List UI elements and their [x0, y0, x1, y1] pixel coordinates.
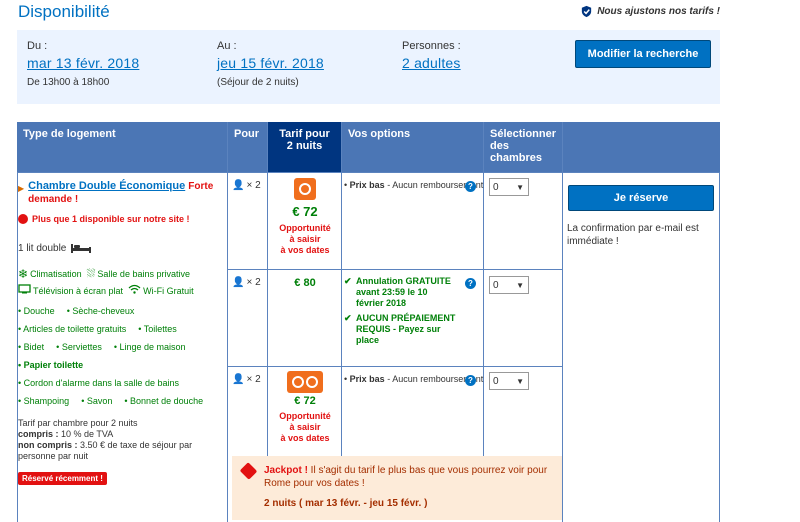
opportunity-3: Opportunité à saisir à vos dates [279, 411, 331, 443]
header-select-line1: Sélectionner [490, 128, 557, 140]
checkout-date-link[interactable]: jeu 15 févr. 2018 [217, 55, 324, 71]
header-select-line2: des [490, 140, 509, 152]
facility-wifi: Wi-Fi Gratuit [143, 286, 194, 297]
checkin-date-link[interactable]: mar 13 févr. 2018 [27, 55, 139, 71]
amenity: Toilettes [143, 324, 177, 335]
tv-icon [18, 283, 31, 300]
deal-badge-icon [294, 178, 316, 200]
checkout-block: Au : jeu 15 févr. 2018 (Séjour de 2 nuit… [217, 40, 324, 88]
persons-link[interactable]: 2 adultes [402, 55, 461, 71]
help-icon[interactable]: ? [465, 181, 476, 192]
amenity: Cordon d'alarme dans la salle de bains [23, 378, 179, 389]
amenity: Linge de maison [119, 342, 186, 353]
caret-down-icon: ▼ [516, 376, 524, 386]
amenity: Bonnet de douche [130, 396, 204, 407]
amenity: Savon [86, 396, 113, 407]
header-empty [563, 122, 720, 172]
facility-tv: Télévision à écran plat [33, 286, 124, 297]
alert-dot-icon [18, 214, 28, 224]
tagline-text: Nous ajustons nos tarifs ! [597, 6, 720, 17]
price-tag-icon [239, 462, 258, 480]
book-button[interactable]: Je réserve [568, 185, 714, 211]
price-cell-2: € 80 [269, 277, 341, 289]
price-cell-1: € 72 Opportunité à saisir à vos dates [269, 178, 341, 256]
header-tarif: Tarif pour 2 nuits [268, 122, 341, 172]
option-2: ✔ Annulation GRATUITE avant 23:59 le 10 f… [344, 276, 456, 345]
page-title: Disponibilité [18, 2, 110, 21]
persons-label: Personnes : [402, 40, 461, 52]
check-shield-icon [582, 5, 592, 18]
help-icon[interactable]: ? [465, 278, 476, 289]
amenity: Douche [23, 306, 55, 317]
check-icon: ✔ [344, 313, 352, 323]
header-options: Vos options [342, 122, 483, 172]
header-tarif-line2: 2 nuits [286, 140, 323, 152]
modify-search-button[interactable]: Modifier la recherche [575, 40, 711, 68]
price-cell-3: € 72 Opportunité à saisir à vos dates [269, 371, 341, 444]
stay-length: (Séjour de 2 nuits) [217, 77, 299, 88]
demand-label-2: demande ! [28, 194, 79, 205]
checkin-block: Du : mar 13 févr. 2018 De 13h00 à 18h00 [27, 40, 139, 88]
check-icon: ✔ [344, 276, 352, 286]
option-3: • Prix bas - Aucun remboursement [344, 374, 484, 384]
shower-icon: ⛆ [86, 268, 96, 281]
amenity: Articles de toilette gratuits [23, 324, 127, 335]
person-icon: 👤 [232, 277, 245, 288]
header-tarif-line1: Tarif pour [279, 128, 330, 140]
availability-warning: Plus que 1 disponible sur notre site ! [32, 214, 190, 224]
price-1: € 72 [292, 204, 318, 219]
header-select: Sélectionner des chambres [484, 122, 562, 172]
person-icon: 👤 [232, 374, 245, 385]
demand-label-1: Forte [188, 181, 214, 192]
header-pour: Pour [228, 122, 267, 172]
header-type: Type de logement [17, 122, 227, 172]
help-icon[interactable]: ? [465, 375, 476, 386]
amenity: Bidet [23, 342, 45, 353]
amenity: Shampoing [23, 396, 70, 407]
checkout-label: Au : [217, 40, 237, 52]
search-summary: Du : mar 13 févr. 2018 De 13h00 à 18h00 … [17, 30, 720, 104]
capacity-3: 👤 × 2 [232, 374, 261, 385]
amenity: Sèche-cheveux [72, 306, 135, 317]
facility-bath: Salle de bains privative [97, 269, 190, 279]
price-note: Tarif par chambre pour 2 nuits compris :… [18, 418, 193, 462]
room-name-link[interactable]: Chambre Double Économique [28, 180, 185, 192]
checkin-label: Du : [27, 40, 48, 52]
room-info: ▶ Chambre Double Économique Forte demand… [18, 180, 228, 486]
checkin-hours: De 13h00 à 18h00 [27, 77, 110, 88]
room-select-3[interactable]: 0 ▼ [489, 372, 529, 390]
deal-badge-icon [287, 371, 323, 393]
capacity-1: 👤 × 2 [232, 180, 261, 191]
header-select-line3: chambres [490, 152, 542, 164]
bed-type: 1 lit double [18, 242, 67, 254]
facility-clim: Climatisation [30, 269, 82, 279]
persons-block: Personnes : 2 adultes [402, 40, 461, 71]
caret-down-icon: ▼ [516, 280, 524, 290]
jackpot-dates: 2 nuits ( mar 13 févr. - jeu 15 févr. ) [264, 498, 428, 509]
option-1: • Prix bas - Aucun remboursement [344, 180, 484, 190]
snowflake-icon: ❄ [18, 267, 29, 282]
room-select-2[interactable]: 0 ▼ [489, 276, 529, 294]
capacity-2: 👤 × 2 [232, 277, 261, 288]
wifi-icon [128, 283, 141, 300]
price-3: € 72 [294, 395, 316, 407]
tagline: Nous ajustons nos tarifs ! [580, 5, 720, 18]
double-bed-icon [71, 244, 92, 253]
amenity: Serviettes [61, 342, 102, 353]
opportunity-1: Opportunité à saisir à vos dates [279, 223, 331, 255]
room-select-1[interactable]: 0 ▼ [489, 178, 529, 196]
confirmation-note: La confirmation par e-mail est immédiate… [567, 223, 699, 247]
jackpot-banner: Jackpot ! Il s'agit du tarif le plus bas… [232, 456, 562, 520]
recently-booked-badge: Réservé récemment ! [18, 472, 107, 486]
amenity: Papier toilette [23, 360, 84, 371]
caret-down-icon: ▼ [516, 182, 524, 192]
person-icon: 👤 [232, 180, 245, 191]
triangle-right-icon: ▶ [18, 184, 25, 193]
price-2: € 80 [294, 277, 316, 289]
jackpot-label: Jackpot ! [264, 465, 308, 476]
